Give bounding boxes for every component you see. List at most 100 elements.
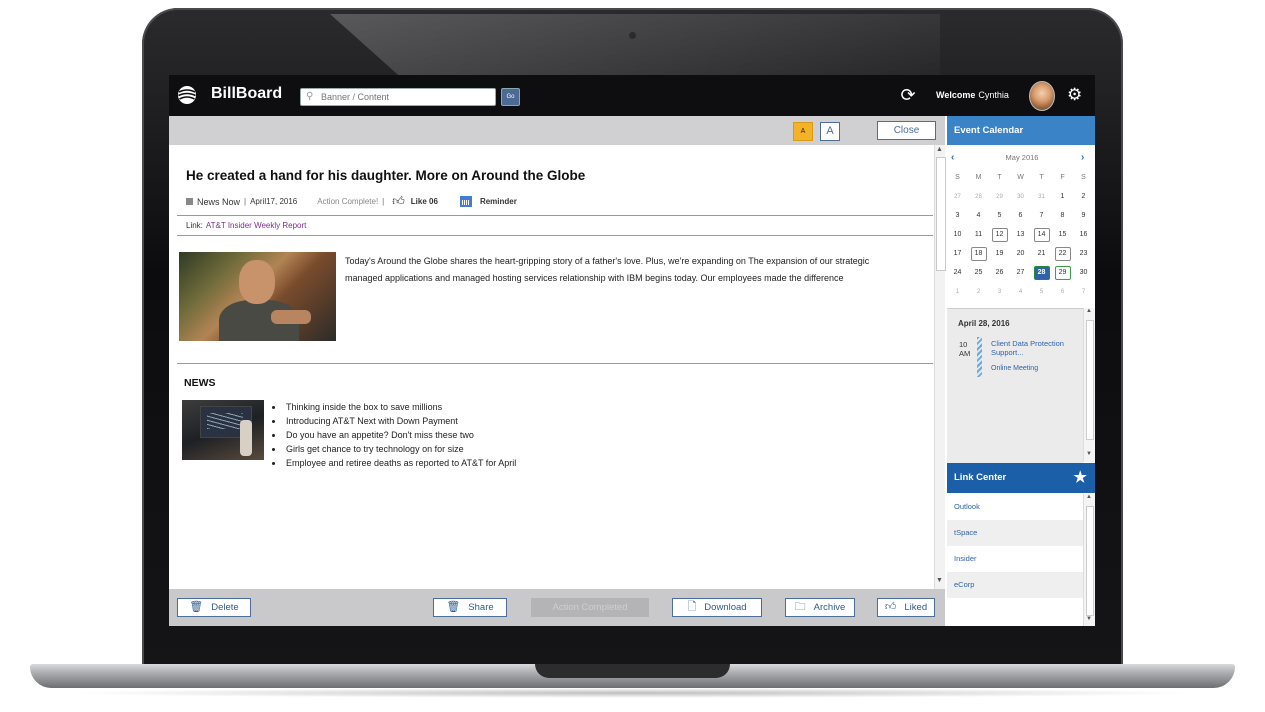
link-item-ecorp[interactable]: eCorp bbox=[947, 572, 1083, 598]
calendar-week: 10 11 12 13 14 15 16 bbox=[947, 225, 1095, 244]
calendar-day[interactable]: 24 bbox=[947, 269, 968, 276]
calendar-day[interactable]: 2 bbox=[1073, 193, 1094, 200]
calendar-day[interactable]: 26 bbox=[989, 269, 1010, 276]
calendar-day[interactable]: 5 bbox=[989, 212, 1010, 219]
calendar-icon[interactable] bbox=[459, 196, 472, 207]
calendar-day-event[interactable]: 22 bbox=[1052, 246, 1073, 261]
calendar-day[interactable]: 13 bbox=[1010, 231, 1031, 238]
news-item[interactable]: Employee and retiree deaths as reported … bbox=[284, 456, 516, 470]
calendar-day[interactable]: 8 bbox=[1052, 212, 1073, 219]
calendar-day-event[interactable]: 29 bbox=[1052, 265, 1073, 280]
calendar-day[interactable]: 19 bbox=[989, 250, 1010, 257]
calendar-day[interactable]: 16 bbox=[1073, 231, 1094, 238]
calendar-day[interactable]: 3 bbox=[989, 289, 1010, 295]
event-scrollbar[interactable]: ▲ ▼ bbox=[1083, 308, 1095, 462]
meta-separator: | bbox=[244, 197, 247, 206]
scroll-down-icon[interactable]: ▼ bbox=[1086, 616, 1092, 622]
meta-separator: | bbox=[382, 197, 385, 206]
calendar-day-selected[interactable]: 28 bbox=[1031, 265, 1052, 280]
link-center-header: Link Center ★ bbox=[947, 463, 1095, 493]
calendar-day[interactable]: 4 bbox=[968, 212, 989, 219]
calendar-day[interactable]: 20 bbox=[1010, 250, 1031, 257]
calendar-day[interactable]: 30 bbox=[1010, 194, 1031, 200]
calendar-day[interactable]: 6 bbox=[1010, 212, 1031, 219]
share-button[interactable]: 🗑︎ Share bbox=[433, 598, 507, 617]
calendar-day[interactable]: 1 bbox=[1052, 193, 1073, 200]
close-button[interactable]: Close bbox=[877, 121, 936, 140]
calendar-day[interactable]: 3 bbox=[947, 212, 968, 219]
calendar-day[interactable]: 29 bbox=[989, 194, 1010, 200]
image-figure-arm bbox=[271, 310, 311, 324]
liked-button[interactable]: 👍︎ Liked bbox=[877, 598, 935, 617]
calendar-day[interactable]: 6 bbox=[1052, 289, 1073, 295]
article-image bbox=[179, 252, 336, 341]
star-settings-icon[interactable]: ★ bbox=[1074, 463, 1087, 493]
calendar-day[interactable]: 27 bbox=[1010, 269, 1031, 276]
link-item-outlook[interactable]: Outlook bbox=[947, 494, 1083, 520]
news-item[interactable]: Introducing AT&T Next with Down Payment bbox=[284, 414, 516, 428]
scroll-up-icon[interactable]: ▲ bbox=[1086, 494, 1092, 500]
news-item[interactable]: Girls get chance to try technology on fo… bbox=[284, 442, 516, 456]
avatar[interactable] bbox=[1029, 81, 1055, 111]
article-related-link[interactable]: AT&T Insider Weekly Report bbox=[206, 221, 306, 230]
calendar-day[interactable]: 2 bbox=[968, 289, 989, 295]
download-button[interactable]: 🗋 Download bbox=[672, 598, 762, 617]
scroll-up-icon[interactable]: ▲ bbox=[936, 146, 943, 153]
article-status: Action Complete! bbox=[317, 197, 379, 206]
source-square-icon bbox=[186, 198, 193, 205]
calendar-day[interactable]: 4 bbox=[1010, 289, 1031, 295]
calendar-day[interactable]: 9 bbox=[1073, 212, 1094, 219]
search-box[interactable]: ⚲ bbox=[300, 88, 496, 106]
scroll-thumb[interactable] bbox=[936, 157, 946, 271]
calendar-day[interactable]: 15 bbox=[1052, 231, 1073, 238]
calendar-day[interactable]: 10 bbox=[947, 231, 968, 238]
news-item[interactable]: Do you have an appetite? Don't miss thes… bbox=[284, 428, 516, 442]
thumbs-up-icon: 👍︎ bbox=[884, 601, 897, 613]
calendar-day-event[interactable]: 12 bbox=[989, 227, 1010, 242]
calendar-week: 1 2 3 4 5 6 7 bbox=[947, 282, 1095, 301]
scroll-down-icon[interactable]: ▼ bbox=[1086, 451, 1092, 457]
archive-button[interactable]: 🗀 Archive bbox=[785, 598, 855, 617]
delete-button[interactable]: 🗑︎ Delete bbox=[177, 598, 251, 617]
top-navigation-bar: BillBoard ⚲ Go ⟳ WelcomeCynthia ⚙ bbox=[169, 75, 1095, 116]
scroll-thumb[interactable] bbox=[1086, 506, 1094, 616]
calendar-day[interactable]: 5 bbox=[1031, 289, 1052, 295]
gear-icon[interactable]: ⚙ bbox=[1067, 85, 1082, 105]
link-item-insider[interactable]: Insider bbox=[947, 546, 1083, 572]
calendar-day-event[interactable]: 18 bbox=[968, 246, 989, 261]
calendar-day[interactable]: 21 bbox=[1031, 250, 1052, 257]
calendar-day[interactable]: 11 bbox=[968, 231, 989, 238]
calendar-day[interactable]: 31 bbox=[1031, 194, 1052, 200]
calendar-day[interactable]: 17 bbox=[947, 250, 968, 257]
app-screen: BillBoard ⚲ Go ⟳ WelcomeCynthia ⚙ A A Cl… bbox=[169, 75, 1095, 626]
refresh-icon[interactable]: ⟳ bbox=[898, 85, 918, 105]
go-button[interactable]: Go bbox=[501, 88, 520, 106]
scroll-thumb[interactable] bbox=[1086, 320, 1094, 440]
calendar-day[interactable]: 23 bbox=[1073, 250, 1094, 257]
calendar-day[interactable]: 28 bbox=[968, 194, 989, 200]
calendar-day[interactable]: 1 bbox=[947, 289, 968, 295]
font-size-small-button[interactable]: A bbox=[793, 122, 813, 141]
article-scrollbar[interactable]: ▲ ▼ bbox=[934, 145, 946, 590]
scroll-up-icon[interactable]: ▲ bbox=[1086, 308, 1092, 314]
like-count[interactable]: Like 06 bbox=[411, 197, 438, 206]
calendar-day[interactable]: 25 bbox=[968, 269, 989, 276]
link-item-tspace[interactable]: tSpace bbox=[947, 520, 1083, 546]
calendar-day[interactable]: 7 bbox=[1073, 289, 1094, 295]
trash-icon: 🗑︎ bbox=[189, 601, 204, 613]
event-marker-bar bbox=[977, 337, 982, 377]
thumbs-up-icon[interactable]: 👍︎ bbox=[392, 194, 405, 209]
calendar-prev-button[interactable]: ‹ bbox=[951, 152, 954, 163]
calendar-day[interactable]: 30 bbox=[1073, 269, 1094, 276]
reminder-link[interactable]: Reminder bbox=[480, 197, 517, 206]
calendar-day-event[interactable]: 14 bbox=[1031, 227, 1052, 242]
font-size-large-button[interactable]: A bbox=[820, 122, 840, 141]
calendar-next-button[interactable]: › bbox=[1081, 152, 1084, 163]
event-title[interactable]: Client Data Protection Support... bbox=[991, 339, 1081, 357]
news-item[interactable]: Thinking inside the box to save millions bbox=[284, 400, 516, 414]
link-center-scrollbar[interactable]: ▲ ▼ bbox=[1083, 494, 1095, 626]
scroll-down-icon[interactable]: ▼ bbox=[936, 577, 943, 584]
search-input[interactable] bbox=[321, 90, 489, 103]
calendar-day[interactable]: 27 bbox=[947, 194, 968, 200]
calendar-day[interactable]: 7 bbox=[1031, 212, 1052, 219]
